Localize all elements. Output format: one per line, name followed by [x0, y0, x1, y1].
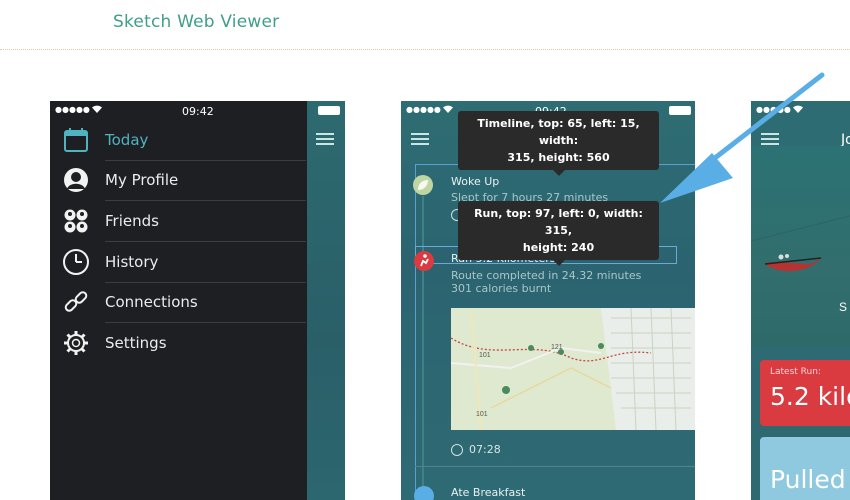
arrow-annotation: [660, 72, 825, 203]
